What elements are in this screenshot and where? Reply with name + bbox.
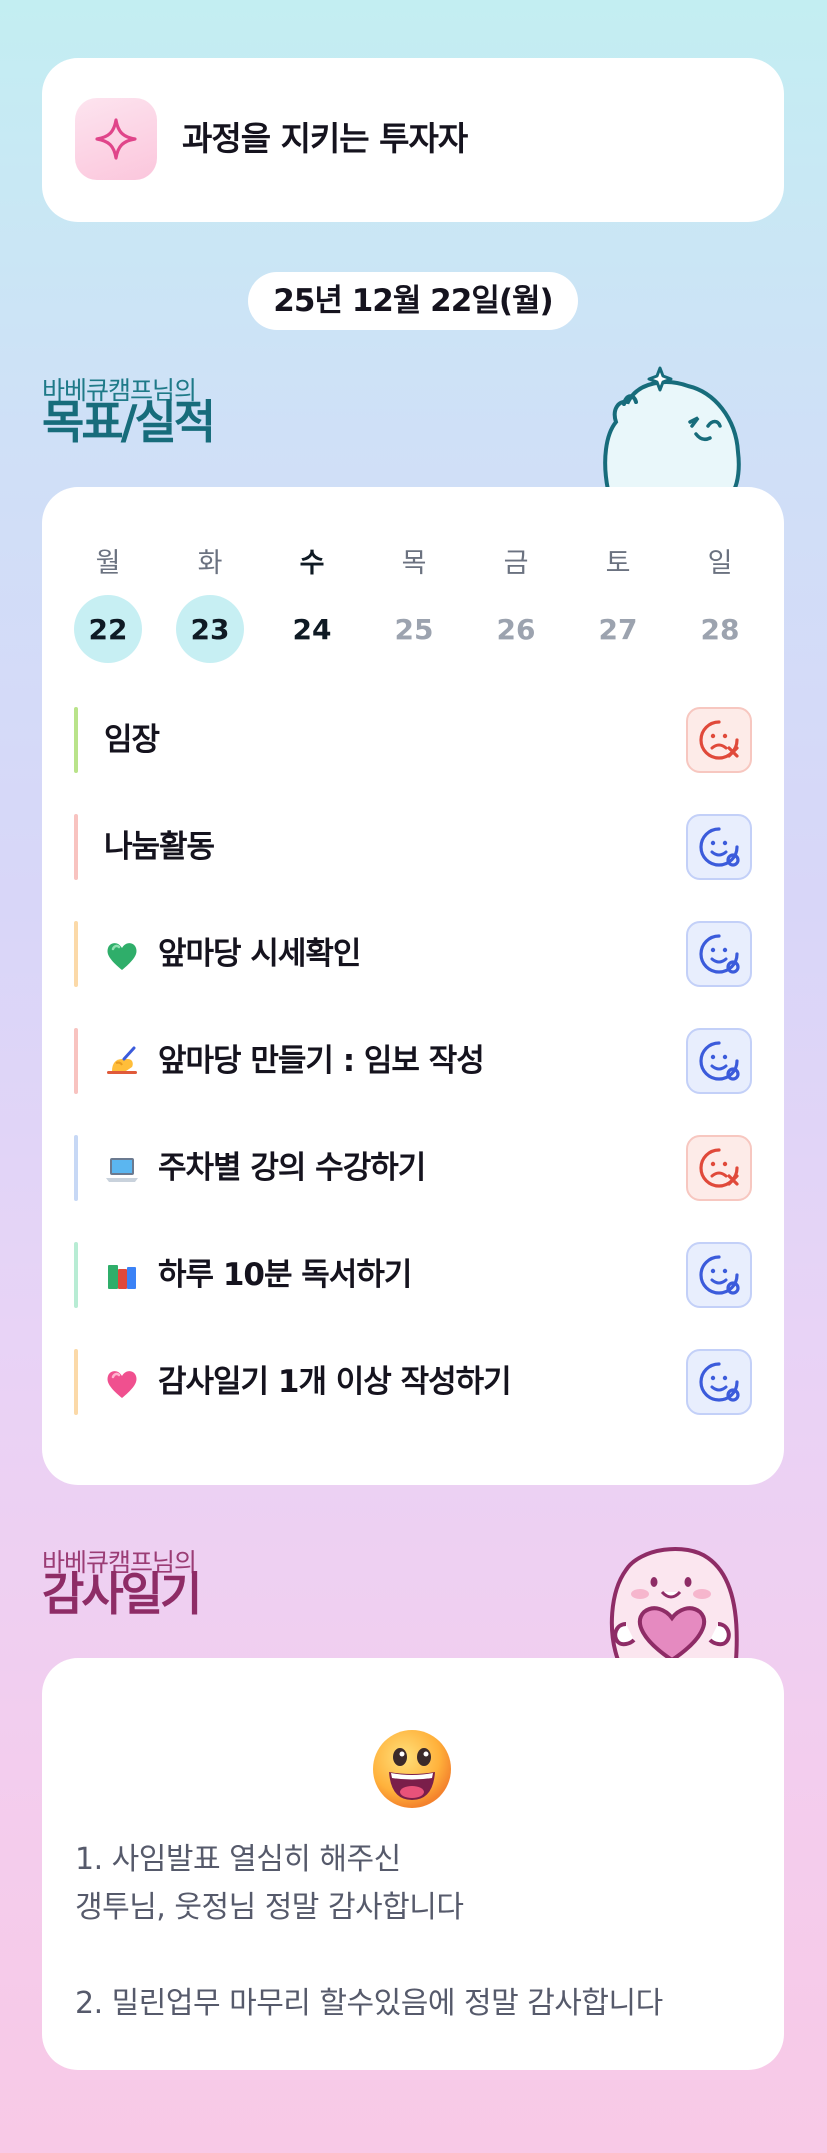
- goal-color-bar: [74, 1135, 78, 1201]
- status-success-icon[interactable]: [686, 1242, 752, 1308]
- weekday-label: 화: [197, 548, 223, 579]
- day-26[interactable]: 26: [482, 595, 550, 663]
- weekday-label: 토: [605, 548, 631, 579]
- goal-color-bar: [74, 1242, 78, 1308]
- diary-card: 1. 사임발표 열심히 해주신갱투님, 웃정님 정말 감사합니다 2. 밀린업무 …: [42, 1658, 784, 2070]
- weekday-label: 일: [707, 548, 733, 579]
- goal-row[interactable]: 앞마당 만들기 : 임보 작성: [74, 1028, 752, 1094]
- day-27[interactable]: 27: [584, 595, 652, 663]
- writing-hand-icon: [104, 1045, 140, 1081]
- diary-line: 2. 밀린업무 마무리 할수있음에 정말 감사합니다: [75, 1986, 663, 2021]
- weekday-label: 목: [401, 548, 427, 579]
- goal-color-bar: [74, 1349, 78, 1415]
- goal-label: 앞마당 만들기 : 임보 작성: [158, 1043, 485, 1079]
- weekday-label: 금: [503, 548, 529, 579]
- goal-label: 나눔활동: [104, 829, 215, 865]
- goal-label: 하루 10분 독서하기: [158, 1257, 412, 1293]
- day-22[interactable]: 22: [74, 595, 142, 663]
- laptop-icon: [104, 1152, 140, 1188]
- mission-card: 과정을 지키는 투자자: [42, 58, 784, 222]
- day-28[interactable]: 28: [686, 595, 754, 663]
- goal-color-bar: [74, 814, 78, 880]
- green-heart-icon: [104, 938, 140, 974]
- status-success-icon[interactable]: [686, 1349, 752, 1415]
- pink-heart-icon: [104, 1366, 140, 1402]
- status-fail-icon[interactable]: [686, 707, 752, 773]
- grinning-face-icon: [371, 1728, 453, 1810]
- goal-color-bar: [74, 707, 78, 773]
- status-success-icon[interactable]: [686, 1028, 752, 1094]
- goal-row[interactable]: 하루 10분 독서하기: [74, 1242, 752, 1308]
- goal-label: 주차별 강의 수강하기: [158, 1150, 426, 1186]
- day-25[interactable]: 25: [380, 595, 448, 663]
- goal-row[interactable]: 나눔활동: [74, 814, 752, 880]
- diary-line: 갱투님, 웃정님 정말 감사합니다: [75, 1890, 464, 1925]
- goal-row[interactable]: 감사일기 1개 이상 작성하기: [74, 1349, 752, 1415]
- weekday-label: 월: [95, 548, 121, 579]
- books-icon: [104, 1259, 140, 1295]
- date-selector[interactable]: 25년 12월 22일(월): [248, 272, 578, 330]
- goal-color-bar: [74, 921, 78, 987]
- diary-section-title: 감사일기: [42, 1567, 202, 1621]
- status-fail-icon[interactable]: [686, 1135, 752, 1201]
- goal-label: 앞마당 시세확인: [158, 936, 361, 972]
- goals-section-title: 목표/실적: [42, 395, 216, 449]
- mascot-pink-icon: [609, 1546, 739, 1660]
- goal-color-bar: [74, 1028, 78, 1094]
- day-23[interactable]: 23: [176, 595, 244, 663]
- mission-title: 과정을 지키는 투자자: [182, 119, 468, 158]
- sparkle-icon: [75, 98, 157, 180]
- goal-row[interactable]: 주차별 강의 수강하기: [74, 1135, 752, 1201]
- weekday-label: 수: [299, 548, 325, 579]
- mascot-teal-icon: [603, 366, 741, 490]
- goal-row[interactable]: 임장: [74, 707, 752, 773]
- status-success-icon[interactable]: [686, 814, 752, 880]
- day-24[interactable]: 24: [278, 595, 346, 663]
- diary-line: 1. 사임발표 열심히 해주신: [75, 1842, 401, 1877]
- goal-row[interactable]: 앞마당 시세확인: [74, 921, 752, 987]
- goals-card: 월 22 화 23 수 24 목 25 금 26 토 27 일 28 임장나눔활동앞마당 시세확인앞마당 …: [42, 487, 784, 1485]
- goal-label: 감사일기 1개 이상 작성하기: [158, 1364, 512, 1400]
- goal-label: 임장: [104, 722, 160, 758]
- status-success-icon[interactable]: [686, 921, 752, 987]
